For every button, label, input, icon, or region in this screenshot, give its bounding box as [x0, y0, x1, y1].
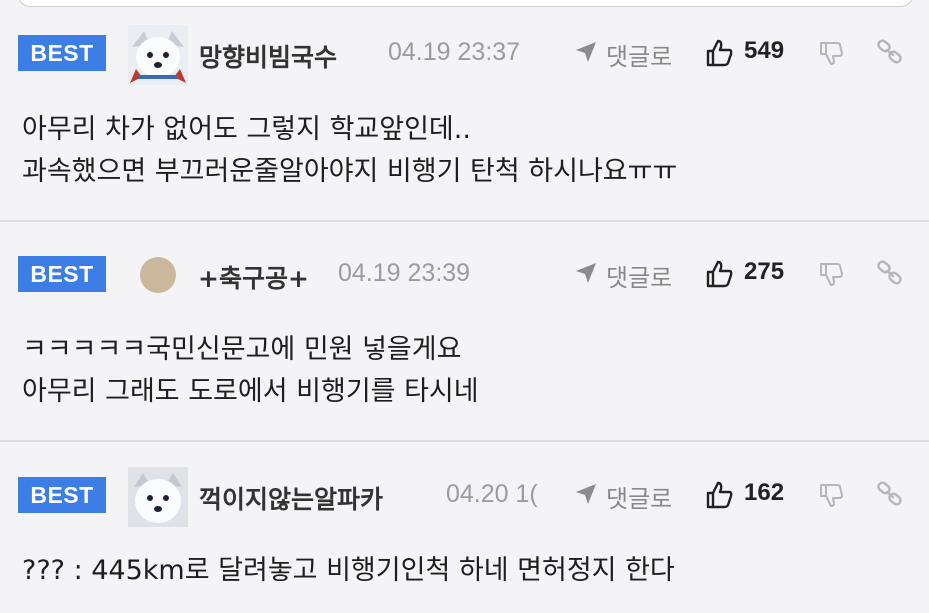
avatar[interactable]: [128, 467, 188, 527]
dislike-button[interactable]: [818, 40, 844, 70]
timestamp: 04.19 23:37: [388, 38, 521, 66]
timestamp: 04.19 23:39: [338, 259, 471, 287]
thumbs-up-icon: [706, 481, 733, 509]
nickname[interactable]: 망향비빔국수: [199, 38, 337, 74]
comment-item: BEST 망향비빔국수 04.19 23:37 댓글로 549 아무리 차가 없…: [0, 22, 929, 220]
comment-body: ??? : 445km로 달려놓고 비행기인척 하네 면허정지 한다: [22, 550, 675, 592]
timestamp: 04.20 1(: [446, 480, 538, 508]
comment-meta: BEST 꺽이지않는알파카 04.20 1( 댓글로 162: [0, 464, 929, 527]
comment-body: ㅋㅋㅋㅋㅋ국민신문고에 민원 넣을게요 아무리 그래도 도로에서 비행기를 타시…: [22, 329, 479, 413]
white-dog-icon: [128, 467, 188, 527]
best-badge: BEST: [18, 35, 106, 71]
send-arrow-icon: [576, 42, 596, 62]
link-icon: [877, 39, 902, 64]
reply-label: 댓글로: [606, 43, 673, 71]
send-arrow-icon: [576, 263, 596, 283]
thumbs-up-icon: [706, 260, 733, 288]
like-count: 275: [744, 258, 785, 285]
comment-line: 아무리 그래도 도로에서 비행기를 타시네: [22, 376, 479, 407]
thumbs-up-icon: [706, 39, 733, 67]
reply-label: 댓글로: [606, 264, 673, 292]
comment-item: BEST 꺽이지않는알파카 04.20 1( 댓글로 162 ???: 445…: [0, 464, 929, 613]
thumbs-down-icon: [820, 42, 843, 65]
thumbs-down-icon: [820, 484, 843, 507]
white-dog-icon: [128, 25, 188, 85]
nickname[interactable]: +축구공+: [198, 259, 309, 295]
beige-circle-avatar: [140, 257, 176, 293]
nickname[interactable]: 꺽이지않는알파카: [199, 480, 383, 516]
avatar[interactable]: [128, 25, 188, 85]
previous-panel-edge: [18, 0, 913, 7]
share-link-button[interactable]: [876, 259, 904, 291]
comment-body: 아무리 차가 없어도 그렇지 학교앞인데.. 과속했으면 부끄러운줄알아야지 비…: [22, 109, 677, 193]
comment-line: 과속했으면 부끄러운줄알아야지 비행기 탄척 하시나요ㅠㅠ: [22, 156, 678, 187]
divider: [0, 440, 929, 442]
like-count: 162: [744, 479, 785, 506]
best-badge: BEST: [18, 477, 106, 513]
comment-item: BEST +축구공+ 04.19 23:39 댓글로 275 ㅋㅋㅋㅋㅋ국민신문…: [0, 243, 929, 440]
comment-line: ??? : 445km로 달려놓고 비행기인척 하네 면허정지 한다: [22, 555, 675, 586]
share-link-button[interactable]: [876, 480, 904, 512]
divider: [0, 220, 929, 222]
link-icon: [877, 481, 902, 506]
thumbs-down-icon: [820, 263, 843, 286]
dislike-button[interactable]: [818, 482, 844, 512]
comment-line: 아무리 차가 없어도 그렇지 학교앞인데..: [22, 114, 471, 145]
dislike-button[interactable]: [818, 261, 844, 291]
best-badge: BEST: [18, 256, 106, 292]
comment-meta: BEST 망향비빔국수 04.19 23:37 댓글로 549: [0, 22, 929, 85]
send-arrow-icon: [576, 484, 596, 504]
reply-label: 댓글로: [606, 485, 673, 513]
link-icon: [877, 260, 902, 285]
comment-meta: BEST +축구공+ 04.19 23:39 댓글로 275: [0, 243, 929, 293]
like-count: 549: [744, 37, 785, 64]
avatar[interactable]: [138, 246, 198, 306]
comment-line: ㅋㅋㅋㅋㅋ국민신문고에 민원 넣을게요: [22, 334, 462, 365]
share-link-button[interactable]: [876, 38, 904, 70]
